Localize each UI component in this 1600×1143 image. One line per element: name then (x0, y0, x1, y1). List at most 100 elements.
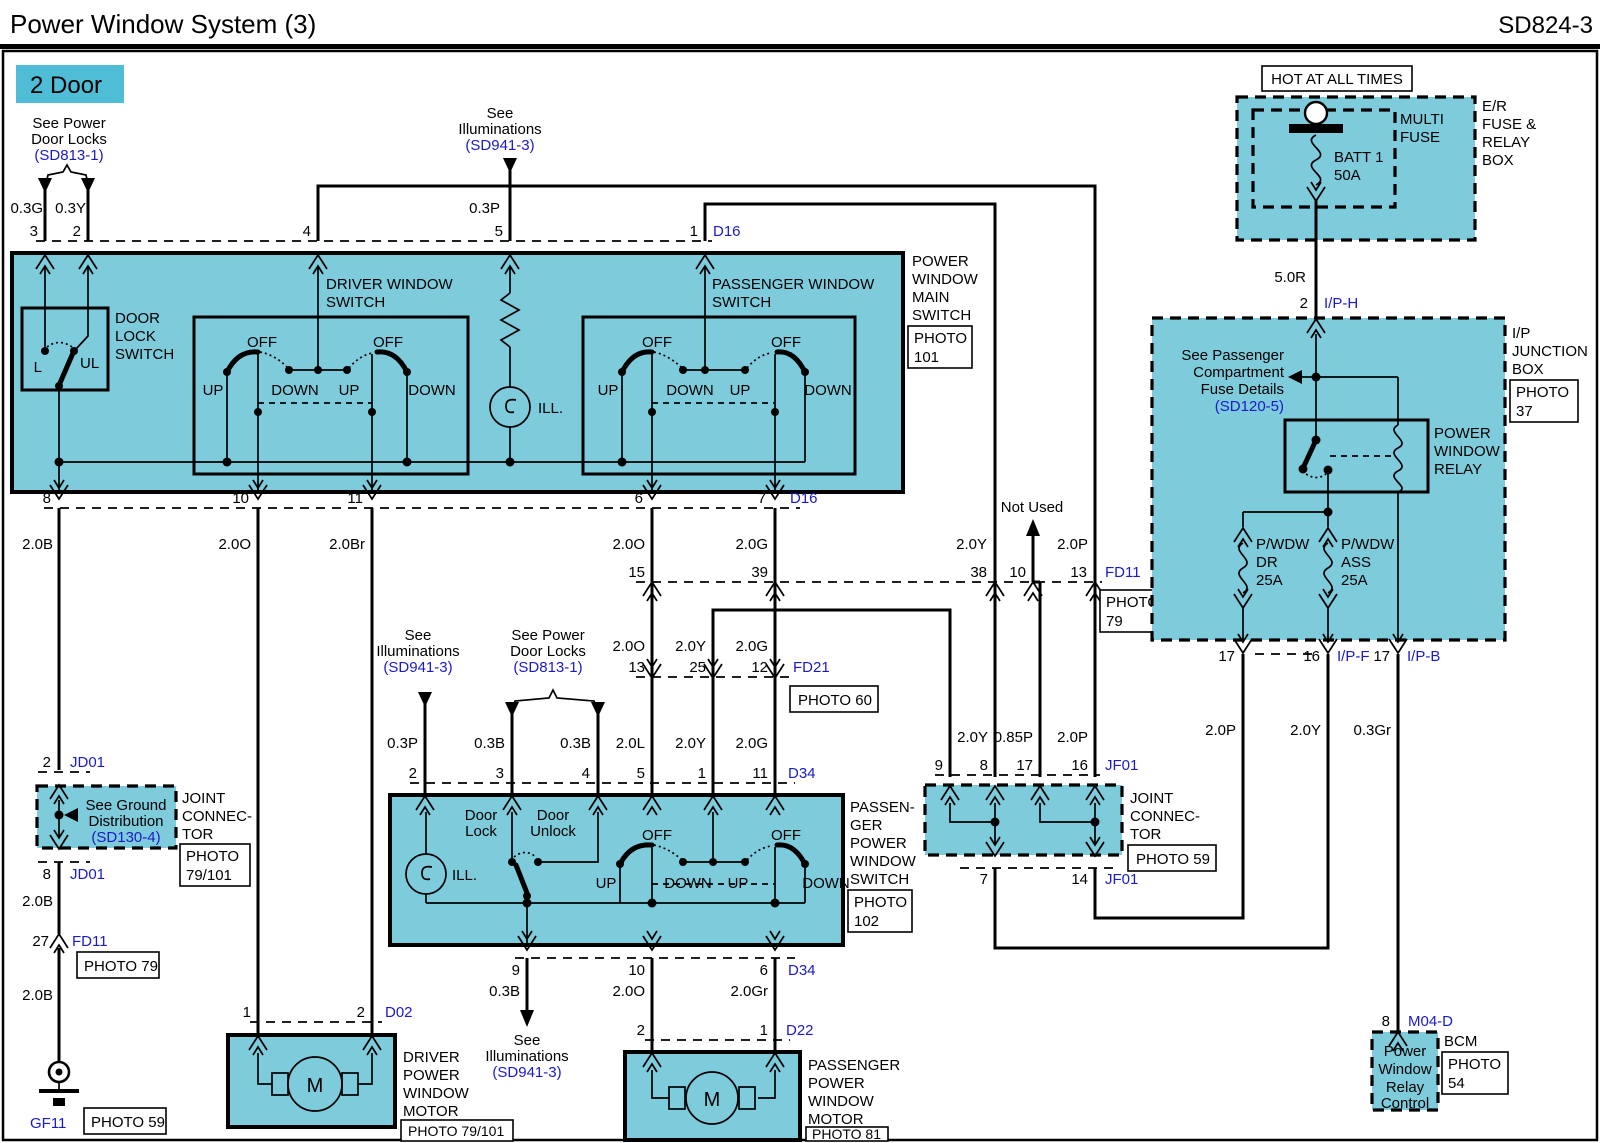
photo-ref[interactable]: 79 (1106, 613, 1123, 630)
switch-position: UP (596, 875, 617, 892)
connector-name[interactable]: D16 (790, 490, 818, 507)
cross-ref-link[interactable]: (SD941-3) (465, 137, 534, 154)
pin-number: 1 (698, 765, 706, 782)
component-label: WINDOW (1434, 443, 1501, 460)
connector-name[interactable]: D34 (788, 765, 816, 782)
photo-ref[interactable]: PHOTO 59 (91, 1114, 165, 1131)
connector-name[interactable]: GF11 (30, 1115, 66, 1132)
wire-gauge: 2.0Gr (730, 983, 768, 1000)
note-line: Door Locks (510, 643, 586, 660)
pin-number: 25 (689, 659, 706, 676)
photo-ref[interactable]: PHOTO 79/101 (408, 1123, 504, 1139)
cross-ref-link[interactable]: (SD130-4) (91, 829, 160, 846)
wire-gauge: 2.0P (1205, 722, 1236, 739)
connector-name[interactable]: I/P-H (1324, 295, 1358, 312)
cross-ref-link[interactable]: (SD120-5) (1215, 398, 1284, 415)
note-line: Fuse Details (1201, 381, 1284, 398)
connector-name[interactable]: I/P-B (1407, 648, 1440, 665)
connector-name[interactable]: M04-D (1408, 1013, 1453, 1030)
photo-ref[interactable]: PHOTO (914, 330, 967, 347)
cross-ref-link[interactable]: (SD941-3) (492, 1064, 561, 1081)
photo-ref[interactable]: PHOTO 79 (84, 958, 158, 975)
wire-gauge: 2.0B (22, 536, 53, 553)
note-line: Door Locks (31, 131, 107, 148)
connector-name[interactable]: JF01 (1105, 757, 1138, 774)
sub-label: SWITCH (712, 294, 771, 311)
note-illuminations-bottom: See Illuminations (SD941-3) 0.3B (485, 958, 568, 1081)
cross-ref-link[interactable]: (SD813-1) (34, 147, 103, 164)
connector-name[interactable]: I/P-F (1337, 648, 1370, 665)
photo-ref[interactable]: PHOTO (854, 894, 907, 911)
bracket (512, 690, 598, 712)
fuse-label: DR (1256, 554, 1278, 571)
switch-position: L (34, 359, 42, 376)
er-fuse-relay-box: HOT AT ALL TIMES MULTI FUSE BATT 1 50A E… (1237, 66, 1536, 318)
pin-number: 8 (1382, 1013, 1390, 1030)
photo-ref[interactable]: PHOTO (1516, 384, 1569, 401)
component-label: DRIVER (403, 1049, 460, 1066)
pin-number: 1 (243, 1004, 251, 1021)
photo-ref[interactable]: PHOTO 81 (812, 1126, 881, 1142)
wire-gauge: 0.3P (469, 200, 500, 217)
cross-ref-link[interactable]: (SD941-3) (383, 659, 452, 676)
pin-number: 2 (1300, 295, 1308, 312)
connector-name[interactable]: JF01 (1105, 871, 1138, 888)
note-line: See Power (32, 115, 105, 132)
photo-ref[interactable]: 101 (914, 349, 939, 366)
fuse-bar (1289, 124, 1343, 133)
connector-name[interactable]: JD01 (70, 754, 105, 771)
wire-gauge: 2.0Y (675, 735, 706, 752)
connector-name[interactable]: FD11 (1105, 564, 1141, 581)
photo-ref[interactable]: PHOTO (1448, 1056, 1501, 1073)
pin-number: 38 (970, 564, 987, 581)
lamp-label: ILL. (538, 400, 563, 417)
switch-position: OFF (642, 334, 672, 351)
photo-ref[interactable]: PHOTO 60 (798, 692, 872, 709)
wire-gauge: 2.0P (1057, 729, 1088, 746)
wire-gauge: 2.0P (1057, 536, 1088, 553)
pin-number: 5 (495, 223, 503, 240)
wire-gauge: 2.0G (735, 735, 768, 752)
connector-name[interactable]: D16 (713, 223, 741, 240)
component-label: GER (850, 817, 883, 834)
passenger-power-window-motor: 2 1 D22 M PASSENGER POWER WINDOW MOTOR P… (625, 1022, 900, 1142)
connector-fd11-row: 15 39 38 10 13 FD11 PHOTO 79 (628, 564, 1166, 632)
component-label: WINDOW (912, 271, 979, 288)
component-label: WINDOW (808, 1093, 875, 1110)
note-line: Not Used (1001, 499, 1064, 516)
passenger-power-window-switch: PASSEN- GER POWER WINDOW SWITCH PHOTO 10… (390, 795, 917, 950)
switch-position: DOWN (666, 382, 714, 399)
connector-name[interactable]: D34 (788, 962, 816, 979)
connector-name[interactable]: FD21 (793, 659, 830, 676)
connector-name[interactable]: D22 (786, 1022, 814, 1039)
note-line: See Power (511, 627, 584, 644)
connector-name[interactable]: D02 (385, 1004, 413, 1021)
component-label: MULTI (1400, 111, 1444, 128)
pin-number: 10 (628, 962, 645, 979)
photo-ref[interactable]: 102 (854, 913, 879, 930)
wire-gauge: 2.0Br (329, 536, 365, 553)
fuse-rating: 25A (1341, 572, 1368, 589)
pin-number: 8 (43, 866, 51, 883)
switch-position: Door (537, 807, 570, 824)
joint-connector-jf01: 9 8 17 16 JF01 7 14 JF01 JOINT CONNEC- T… (925, 757, 1216, 888)
photo-ref[interactable]: 37 (1516, 403, 1533, 420)
switch-position: Lock (465, 823, 497, 840)
switch-position: OFF (373, 334, 403, 351)
wire-gauge: 2.0Y (956, 536, 987, 553)
photo-ref[interactable]: 79/101 (186, 867, 232, 884)
photo-ref[interactable]: PHOTO (186, 848, 239, 865)
wire-gauge: 2.0B (22, 987, 53, 1004)
component-label: POWER (403, 1067, 460, 1084)
connector-name[interactable]: FD11 (72, 933, 108, 950)
switch-position: UP (339, 382, 360, 399)
cross-ref-link[interactable]: (SD813-1) (513, 659, 582, 676)
connector-name[interactable]: JD01 (70, 866, 105, 883)
photo-ref[interactable]: PHOTO 59 (1136, 851, 1210, 868)
pin-number: 7 (758, 490, 766, 507)
note-line: Illuminations (458, 121, 541, 138)
photo-ref[interactable]: 54 (1448, 1075, 1465, 1092)
pin-number: 5 (637, 765, 645, 782)
pin-number: 3 (30, 223, 38, 240)
pin-number: 6 (760, 962, 768, 979)
